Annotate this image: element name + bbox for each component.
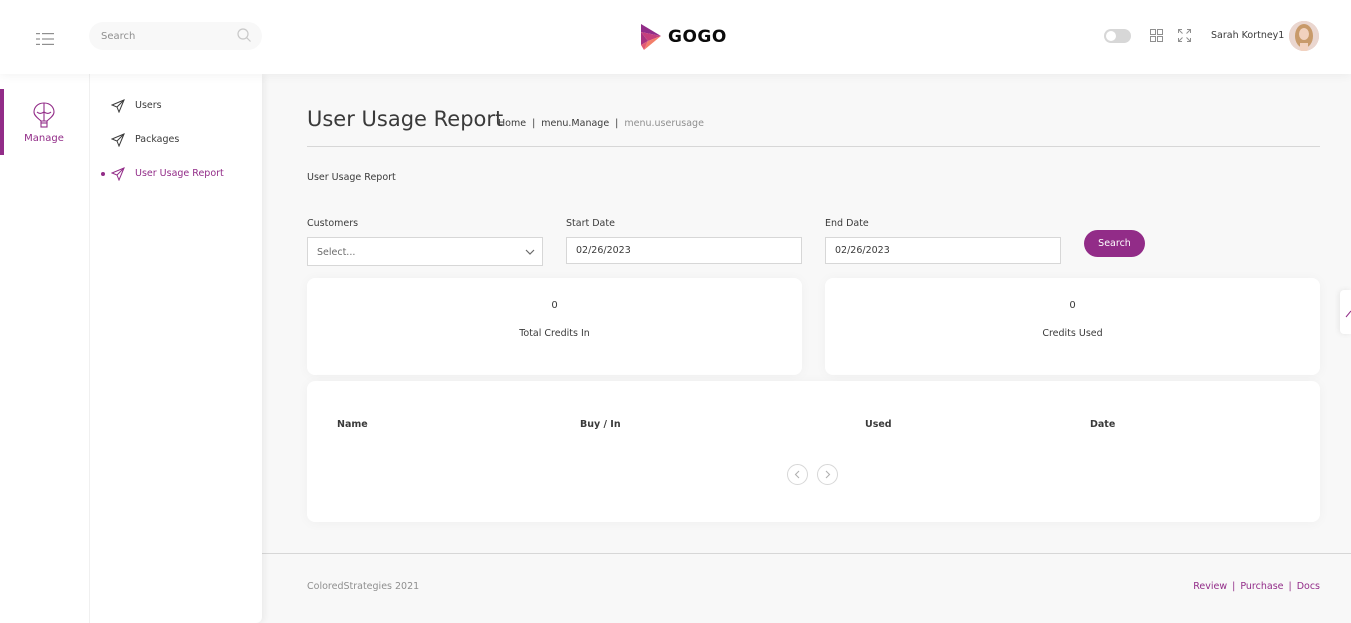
column-header-date[interactable]: Date <box>1090 419 1115 430</box>
balloon-icon <box>33 102 55 128</box>
footer-link-review[interactable]: Review <box>1193 581 1227 592</box>
switch-knob <box>1106 31 1116 41</box>
section-label: User Usage Report <box>307 172 396 183</box>
sub-menu-item-packages[interactable]: Packages <box>90 130 262 150</box>
total-credits-in-label: Total Credits In <box>519 328 590 339</box>
main-menu-item-label: Manage <box>24 133 64 144</box>
footer-divider <box>262 553 1351 554</box>
user-name[interactable]: Sarah Kortney1 <box>1211 30 1284 41</box>
sub-menu-item-users[interactable]: Users <box>90 96 262 116</box>
main-menu-item-manage[interactable]: Manage <box>0 89 90 155</box>
grid-icon[interactable] <box>1150 29 1163 42</box>
logo-mark-icon <box>641 24 661 50</box>
search-icon[interactable] <box>236 27 252 43</box>
breadcrumb-current: menu.userusage <box>624 118 704 129</box>
chevron-right-icon <box>825 470 831 479</box>
fullscreen-icon[interactable] <box>1178 29 1191 42</box>
customers-select-value: Select... <box>317 247 356 258</box>
footer-links: Review | Purchase | Docs <box>1193 581 1320 592</box>
main-menu: Manage <box>0 74 90 623</box>
send-icon <box>111 133 125 147</box>
breadcrumb-manage[interactable]: menu.Manage <box>541 118 609 129</box>
page-title: User Usage Report <box>307 107 504 131</box>
search-button[interactable]: Search <box>1084 230 1145 257</box>
top-navbar: GOGO Sarah Kortney1 <box>0 0 1351 74</box>
send-icon <box>111 167 125 181</box>
sub-menu: Users Packages User Usage Report <box>90 74 262 623</box>
logo-text: GOGO <box>668 27 727 47</box>
logo[interactable]: GOGO <box>640 23 727 51</box>
footer-link-purchase[interactable]: Purchase <box>1240 581 1283 592</box>
avatar-image <box>1289 21 1319 51</box>
footer-copyright: ColoredStrategies 2021 <box>307 581 420 592</box>
end-date-input[interactable] <box>825 237 1061 264</box>
total-credits-in-value: 0 <box>551 300 558 311</box>
column-header-name[interactable]: Name <box>337 419 368 430</box>
theme-switch[interactable] <box>1104 29 1131 43</box>
sub-menu-item-label: User Usage Report <box>135 168 224 179</box>
credits-used-value: 0 <box>1069 300 1076 311</box>
customers-select[interactable]: Select... <box>307 237 543 266</box>
search-input[interactable] <box>101 28 231 44</box>
credits-used-card: 0 Credits Used <box>825 278 1320 375</box>
avatar[interactable] <box>1289 21 1319 51</box>
active-dot <box>101 172 105 176</box>
paint-brush-icon <box>1345 310 1351 318</box>
title-divider <box>307 146 1320 147</box>
breadcrumb-separator: | <box>532 118 536 129</box>
active-indicator <box>0 89 4 155</box>
column-header-used[interactable]: Used <box>865 419 892 430</box>
menu-toggle-button[interactable] <box>36 30 54 45</box>
credits-used-label: Credits Used <box>1042 328 1103 339</box>
usage-table-card <box>307 381 1320 522</box>
start-date-input[interactable] <box>566 237 802 264</box>
menu-icon <box>36 33 54 45</box>
footer-link-separator: | <box>1232 581 1236 592</box>
send-icon <box>111 99 125 113</box>
column-header-buy-in[interactable]: Buy / In <box>580 419 621 430</box>
start-date-label: Start Date <box>566 218 615 229</box>
footer-link-separator: | <box>1288 581 1292 592</box>
chevron-left-icon <box>794 470 800 479</box>
breadcrumb: Home | menu.Manage | menu.userusage <box>498 118 704 129</box>
chevron-down-icon <box>525 249 535 255</box>
next-page-button[interactable] <box>817 464 838 485</box>
customers-label: Customers <box>307 218 359 229</box>
breadcrumb-separator: | <box>615 118 619 129</box>
sub-menu-item-user-usage-report[interactable]: User Usage Report <box>90 164 262 184</box>
sub-menu-item-label: Packages <box>135 134 180 145</box>
footer-link-docs[interactable]: Docs <box>1297 581 1320 592</box>
total-credits-in-card: 0 Total Credits In <box>307 278 802 375</box>
search-box <box>89 22 262 50</box>
breadcrumb-home[interactable]: Home <box>498 118 526 129</box>
sub-menu-item-label: Users <box>135 100 162 111</box>
previous-page-button[interactable] <box>787 464 808 485</box>
end-date-label: End Date <box>825 218 869 229</box>
theme-customizer-tab[interactable] <box>1340 290 1351 334</box>
